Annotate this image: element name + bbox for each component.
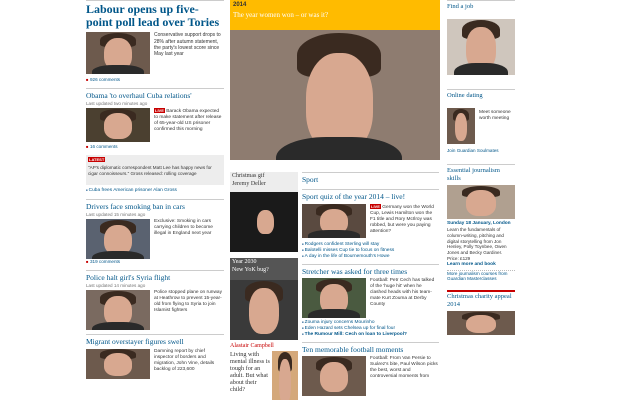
- obama-headline[interactable]: Obama 'to overhaul Cuba relations': [86, 91, 224, 100]
- feature-headline: The year women won – or was it?: [233, 10, 329, 19]
- latest-box[interactable]: LATEST "AP's diplomatic correspondent Ma…: [86, 155, 224, 186]
- stretcher-headline[interactable]: Stretcher was asked for three times: [302, 267, 439, 276]
- latest-badge: LATEST: [88, 157, 106, 163]
- live-badge: LIVE: [154, 108, 165, 114]
- migrant-photo[interactable]: [86, 348, 150, 379]
- charity-title: Christmas charity appeal 2014: [447, 293, 512, 309]
- smoking-text: Exclusive: Smoking in cars carrying chil…: [154, 219, 213, 237]
- quiz-photo[interactable]: [302, 203, 366, 238]
- opinion-author: Alastair Campbell: [230, 343, 274, 349]
- ten-headline[interactable]: Ten memorable football moments: [302, 345, 439, 354]
- lead-photo[interactable]: [86, 32, 150, 75]
- year-card[interactable]: Year 2030 New YoK bug?: [230, 258, 298, 280]
- opinion-text: Living with mental illness is tough for …: [230, 350, 270, 394]
- masterclass-photo[interactable]: [447, 185, 515, 220]
- sport-column: Sport Sport quiz of the year 2014 – live…: [302, 172, 439, 400]
- small-cards-column: Christmas gif Jeremy Deller Year 2030 Ne…: [230, 172, 298, 400]
- updated-time: Last updated 15 minutes ago: [86, 211, 146, 217]
- ten-photo[interactable]: [302, 356, 366, 397]
- latest-bullet[interactable]: Cuba frees American prisoner Alan Gross: [86, 188, 224, 194]
- promo-column: Find a job Online dating Meet someone wo…: [447, 0, 515, 400]
- feature-photo[interactable]: [230, 30, 440, 160]
- updated-time: Last updated two minutes ago: [86, 100, 148, 106]
- comment-icon: ■: [86, 77, 89, 83]
- news-column: Labour opens up five-point poll lead ove…: [86, 0, 224, 400]
- comment-icon: ■: [86, 144, 89, 150]
- live-badge: LIVE: [370, 203, 381, 209]
- smoking-headline[interactable]: Drivers face smoking ban in cars: [86, 202, 224, 211]
- police-photo[interactable]: [86, 290, 150, 331]
- stretcher-photo[interactable]: [302, 278, 366, 319]
- feature-kicker: 2014: [233, 2, 247, 8]
- smoking-photo[interactable]: [86, 219, 150, 260]
- dating-photo[interactable]: [447, 108, 475, 145]
- ten-text: Football: From Van Persie to Suárez's bi…: [370, 356, 438, 380]
- migrant-text: Damning report by chief inspector of bor…: [154, 348, 215, 372]
- christmas-author: Jeremy Deller: [232, 180, 266, 187]
- dating-title[interactable]: Online dating: [447, 92, 515, 100]
- christmas-video[interactable]: [230, 192, 298, 252]
- latest-text: "AP's diplomatic correspondent Matt Lee …: [88, 165, 212, 176]
- comment-icon: ■: [86, 259, 89, 265]
- comments-link[interactable]: ■ 319 comments: [86, 259, 224, 266]
- sport-bullet[interactable]: The Rumour Mill: Cech on loan to Liverpo…: [302, 332, 439, 338]
- masterclass-link[interactable]: Learn more and book: [447, 262, 515, 268]
- charity-box[interactable]: Christmas charity appeal 2014: [447, 290, 515, 336]
- year-sub: New YoK bug?: [232, 266, 269, 273]
- police-text: Police stopped plane on runway at Heathr…: [154, 290, 223, 314]
- masterclass-title[interactable]: Essential journalism skills: [447, 167, 515, 183]
- sport-bullet[interactable]: A day in the life of Bournemouth's Howe: [302, 254, 439, 260]
- feature-header[interactable]: 2014 The year women won – or was it?: [230, 0, 440, 30]
- masterclass-more[interactable]: More journalism courses from Guardian Ma…: [447, 271, 515, 282]
- quiz-text: Germany won the World Cup, Lewis Hamilto…: [370, 204, 434, 234]
- quiz-headline[interactable]: Sport quiz of the year 2014 – live!: [302, 192, 439, 201]
- job-photo[interactable]: [447, 19, 515, 76]
- migrant-headline[interactable]: Migrant overstayer figures swell: [86, 337, 224, 346]
- comments-link[interactable]: ■ 926 comments: [86, 77, 224, 84]
- christmas-card[interactable]: Christmas gif Jeremy Deller: [230, 172, 298, 192]
- charity-photo: [447, 311, 515, 336]
- opinion-card[interactable]: Alastair Campbell Living with mental ill…: [230, 343, 298, 400]
- year-photo[interactable]: [230, 280, 298, 340]
- obama-text: Barack Obama expected to make statement …: [154, 109, 222, 133]
- year-title: Year 2030: [232, 259, 257, 265]
- updated-time: Last updated 14 minutes ago: [86, 282, 146, 288]
- section-title[interactable]: Sport: [302, 175, 439, 184]
- lead-standfirst: Conservative support drops to 28% after …: [154, 32, 221, 58]
- stretcher-text: Football: Petr Cech has talked of the 'h…: [370, 278, 435, 308]
- comments-link[interactable]: ■ 16 comments: [86, 144, 224, 151]
- dating-link[interactable]: Join Guardian Soulmates: [447, 148, 515, 154]
- lead-headline[interactable]: Labour opens up five-point poll lead ove…: [86, 2, 224, 29]
- masterclass-text: Learn the fundamentals of column-writing…: [447, 227, 507, 261]
- police-headline[interactable]: Police halt girl's Syria flight: [86, 273, 224, 282]
- opinion-photo: [272, 350, 298, 400]
- feature-block: 2014 The year women won – or was it?: [230, 0, 440, 160]
- dating-text: Meet someone worth meeting: [479, 110, 511, 122]
- obama-photo[interactable]: [86, 108, 150, 143]
- job-title[interactable]: Find a job: [447, 3, 515, 11]
- christmas-title: Christmas gif: [232, 173, 265, 179]
